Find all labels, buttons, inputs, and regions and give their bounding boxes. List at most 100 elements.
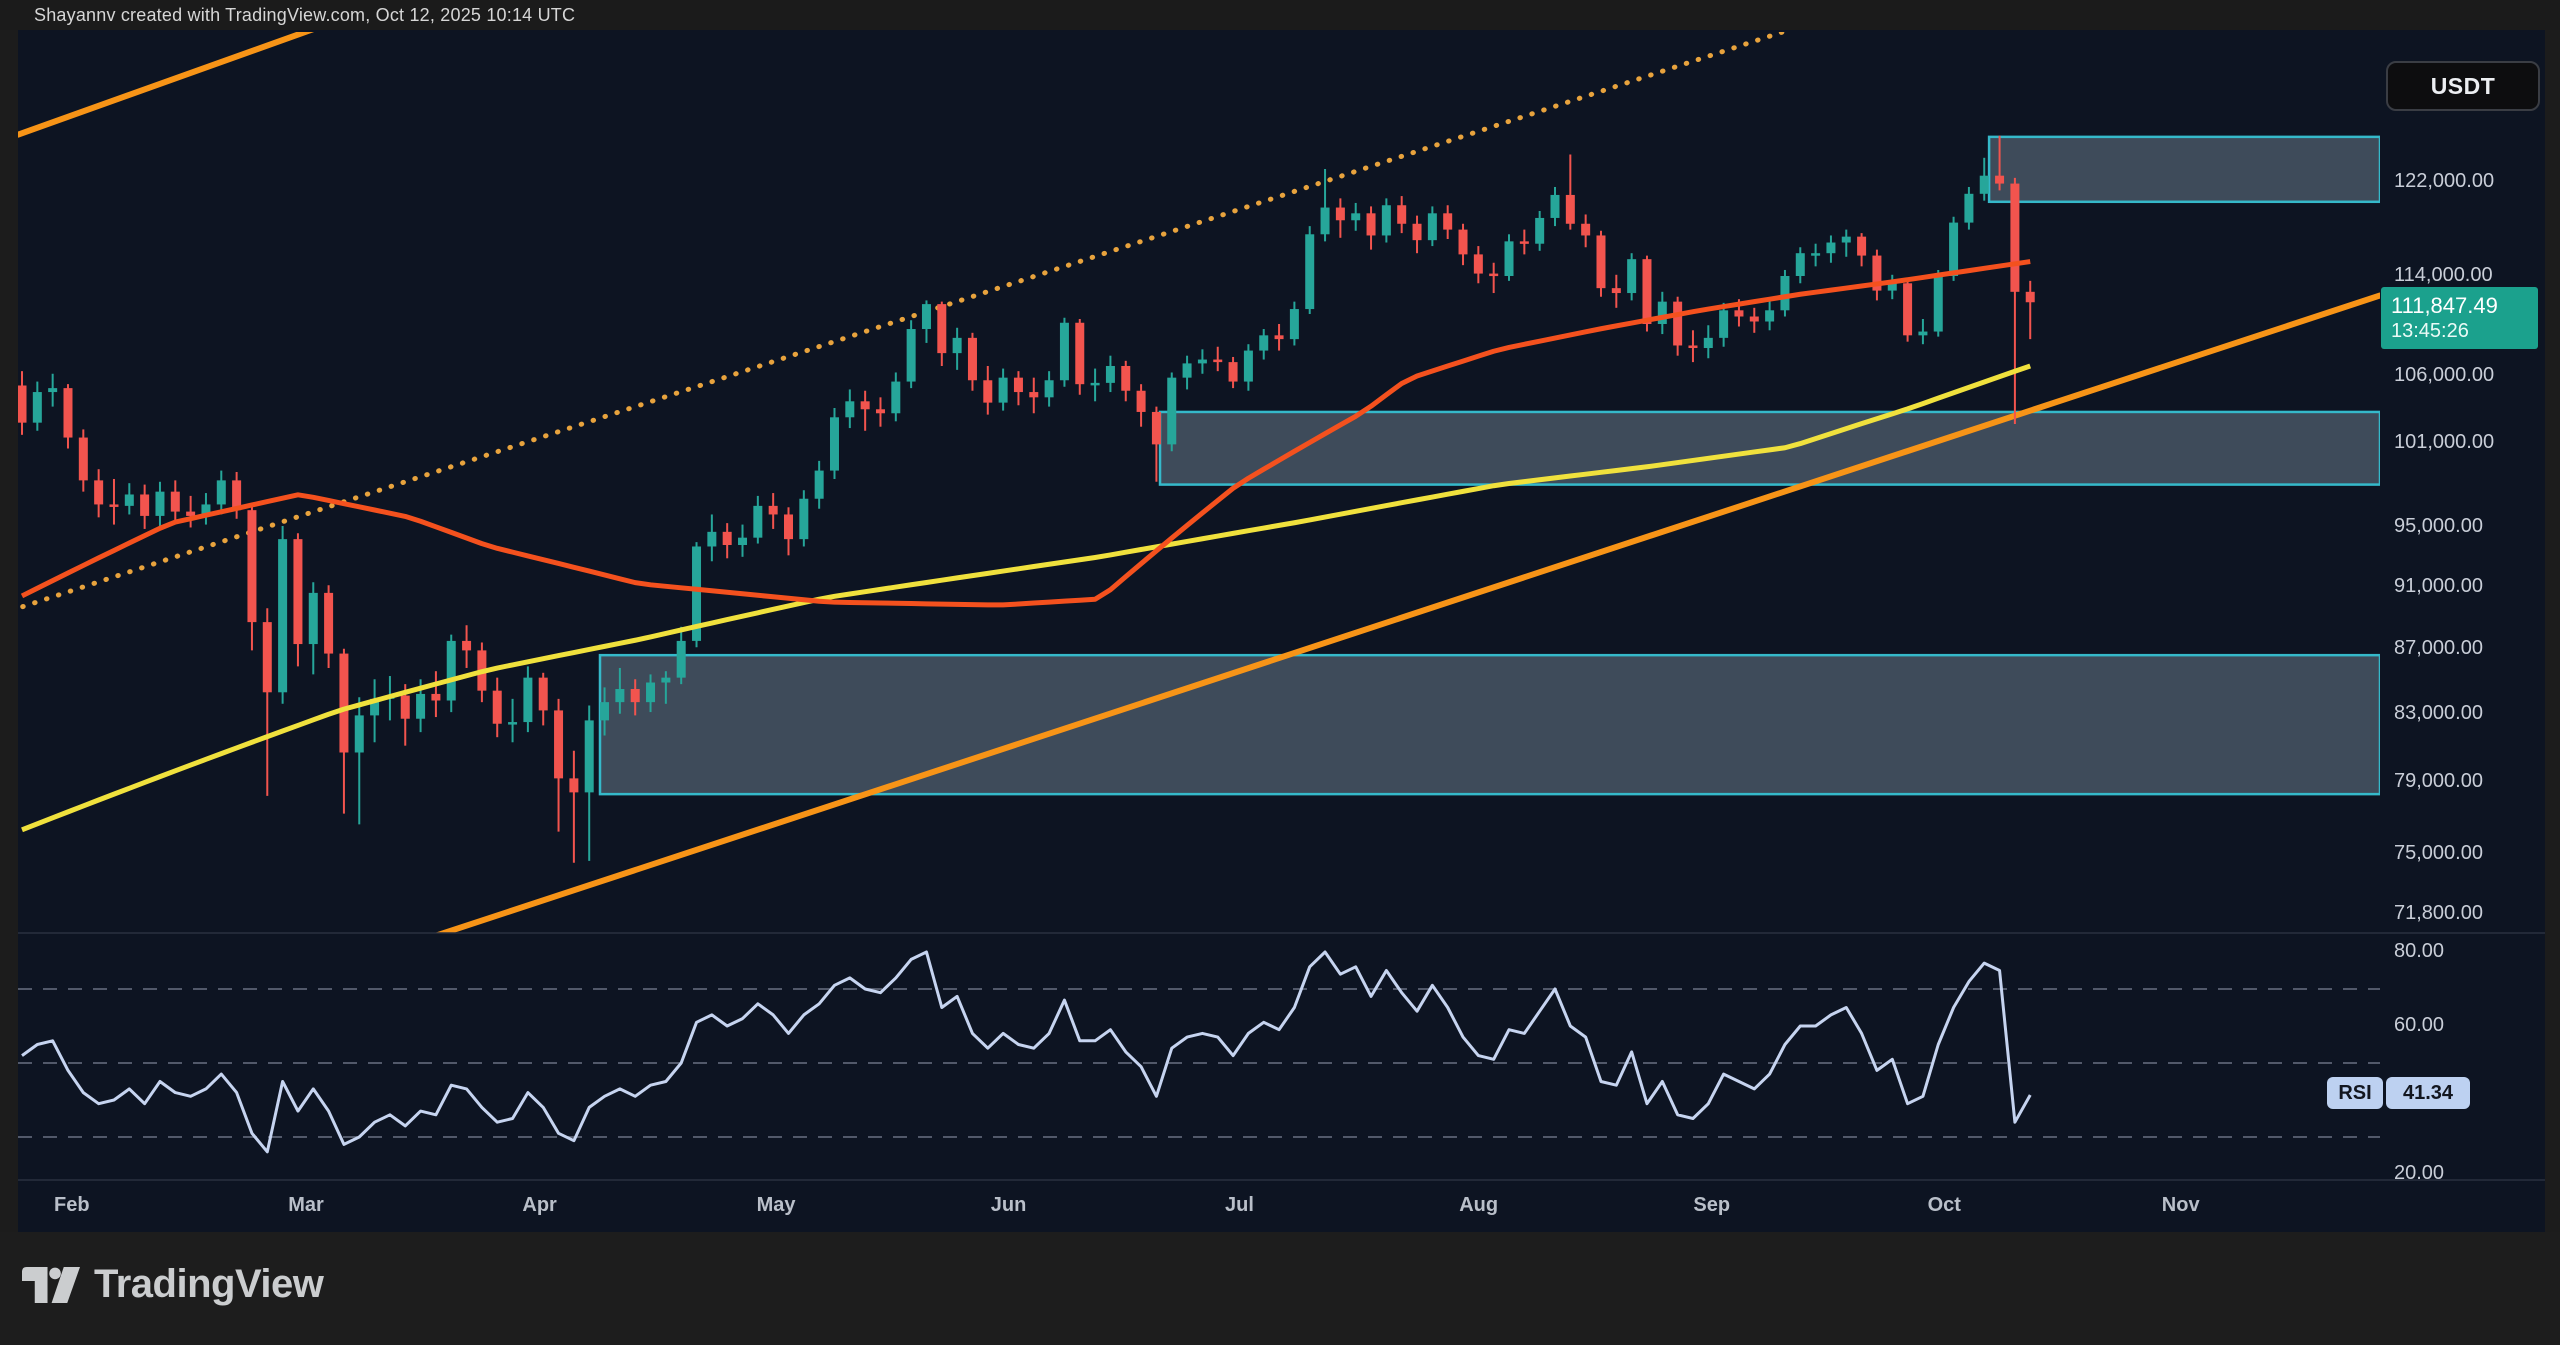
candle-body [585,720,594,792]
candle-body [2010,184,2019,292]
rsi-label: RSI [2327,1077,2383,1109]
candle-body [707,532,716,547]
month-label: Mar [288,1194,324,1217]
candle-body [1918,332,1927,336]
candle-body [1612,288,1621,293]
month-label: Feb [54,1194,90,1217]
price-chart-canvas[interactable] [0,0,2560,1345]
candle-body [1964,194,1973,223]
candle-body [1198,360,1207,364]
candle-body [2026,292,2035,302]
candle-body [1535,218,1544,244]
candle-body [63,388,72,437]
candle-body [1551,195,1560,218]
candle-body [1949,223,1958,276]
candle-body [830,417,839,470]
price-tick-label: 101,000.00 [2394,431,2494,454]
price-tick-label: 114,000.00 [2394,264,2493,287]
candle-body [1060,323,1069,381]
candle-body [1658,302,1667,324]
rsi-tick-label: 60.00 [2394,1014,2444,1037]
month-label: May [757,1194,796,1217]
candle-body [554,710,563,778]
candle-body [1305,234,1314,309]
tradingview-logo-icon [22,1267,80,1303]
candle-body [1397,205,1406,224]
candle-body [1152,412,1161,444]
candle-body [1213,360,1222,363]
candle-body [723,532,732,545]
rsi-pane[interactable] [18,952,2380,1152]
candle-body [1673,302,1682,346]
candle-body [600,702,609,720]
month-label: Aug [1459,1194,1498,1217]
month-label: Jun [991,1194,1027,1217]
price-tick-label: 83,000.00 [2394,702,2483,725]
lower-support-zone[interactable] [600,655,2380,794]
candle-body [1382,205,1391,235]
candle-body [1367,213,1376,235]
candle-body [79,438,88,481]
candle-body [646,683,655,703]
candle-body [1734,310,1743,316]
candle-body [1642,259,1651,324]
left-margin [0,30,18,1232]
candle-body [1336,208,1345,221]
candle-body [33,392,42,423]
candle-body [1183,363,1192,377]
candle-body [615,689,624,702]
candle-body [1121,366,1130,391]
candle-body [784,514,793,539]
candle-body [416,694,425,719]
candle-body [247,510,256,622]
candle-body [1290,309,1299,339]
candle-body [1903,283,1912,335]
candle-body [968,338,977,380]
candle-body [631,689,640,702]
candle-body [677,641,686,678]
candle-body [1443,213,1452,229]
candle-body [1275,335,1284,339]
candle-body [891,382,900,414]
candle-body [186,512,195,516]
candle-body [1413,224,1422,240]
candle-body [1566,195,1575,224]
candle-body [94,480,103,504]
candle-body [845,401,854,417]
rsi-tick-label: 20.00 [2394,1162,2444,1185]
candle-body [309,593,318,644]
candle-body [447,641,456,701]
candle-body [1029,392,1038,397]
price-tick-label: 79,000.00 [2394,770,2483,793]
candle-body [1627,259,1636,293]
price-tick-label: 75,000.00 [2394,842,2483,865]
candle-body [324,593,333,654]
rsi-current-value: 41.34 [2386,1077,2470,1109]
candle-body [769,506,778,515]
candle-body [523,678,532,722]
candle-body [1489,274,1498,277]
candle-body [1765,310,1774,321]
price-pane[interactable] [18,0,2560,941]
candle-body [1719,310,1728,338]
price-tick-label: 95,000.00 [2394,515,2483,538]
tradingview-brand[interactable]: TradingView [22,1262,323,1307]
candle-body [983,380,992,402]
rsi-value-badge: RSI 41.34 [2327,1077,2470,1109]
month-label: Oct [1928,1194,1961,1217]
candle-body [1826,243,1835,254]
last-price-label: 111,847.49 13:45:26 [2381,287,2538,349]
header-credit-bar: Shayannv created with TradingView.com, O… [0,0,2560,30]
candle-body [861,401,870,409]
resistance-zone[interactable] [1989,137,2380,202]
candle-body [493,691,502,724]
candle-body [140,494,149,515]
channel-lower[interactable] [420,295,2380,940]
candle-body [1045,380,1054,397]
rsi-line[interactable] [22,952,2030,1152]
candle-body [293,539,302,644]
last-price-value: 111,847.49 [2391,293,2538,319]
candle-body [569,778,578,792]
quote-currency-badge: USDT [2386,61,2540,111]
candle-body [1459,230,1468,255]
